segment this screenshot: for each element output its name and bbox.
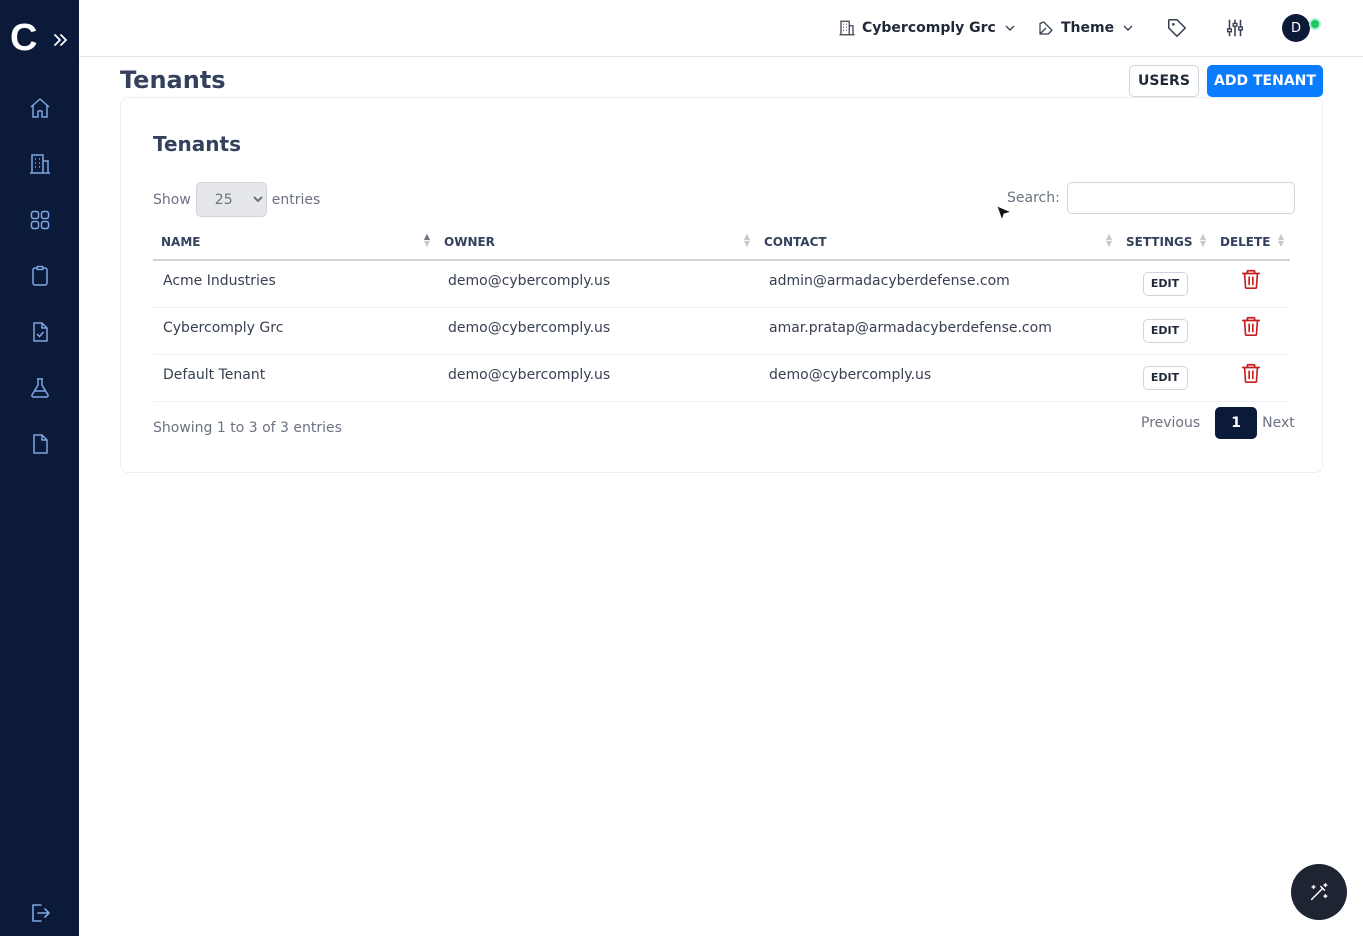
page-size-select[interactable]: 102550100 [195, 182, 267, 217]
search-label: Search: [1007, 190, 1060, 206]
flask-icon[interactable] [28, 376, 52, 400]
page-1-button[interactable]: 1 [1215, 407, 1258, 439]
pagination: Previous 1 Next [1141, 407, 1295, 439]
cell-delete [1212, 354, 1290, 402]
column-header-settings[interactable]: SETTINGS ▲ ▼ [1118, 225, 1212, 261]
magic-wand-button[interactable] [1291, 864, 1347, 920]
chevron-down-icon [1123, 25, 1133, 31]
add-tenant-button[interactable]: ADD TENANT [1207, 65, 1323, 97]
building-icon [839, 20, 855, 36]
clipboard-icon[interactable] [28, 264, 52, 288]
sort-icon: ▲ ▼ [743, 232, 750, 248]
cell-name: Acme Industries [153, 260, 436, 308]
file-check-icon[interactable] [28, 320, 52, 344]
cell-settings: EDIT [1118, 260, 1212, 308]
edit-button[interactable]: EDIT [1142, 365, 1188, 390]
building-icon[interactable] [28, 152, 52, 176]
sort-icon: ▲ ▼ [1277, 232, 1284, 248]
tag-icon[interactable] [1166, 17, 1188, 39]
search-input[interactable] [1066, 182, 1295, 214]
table-info: Showing 1 to 3 of 3 entries [153, 420, 342, 436]
table-row: Acme Industries demo@cybercomply.us admin@… [153, 260, 1290, 308]
tenants-table: NAME ▲ ▼ OWNER ▲ ▼ CONTACT ▲ ▼ SETTINGS ▲ ▼ DELE… [153, 225, 1290, 402]
next-page-button[interactable]: Next [1262, 415, 1295, 431]
users-button[interactable]: USERS [1129, 65, 1199, 97]
cell-delete [1212, 307, 1290, 355]
cell-contact: demo@cybercomply.us [756, 354, 1118, 402]
cell-settings: EDIT [1118, 307, 1212, 355]
palette-icon [1039, 21, 1053, 35]
edit-button[interactable]: EDIT [1142, 271, 1188, 296]
page-size-control: Show 102550100 entries [153, 182, 320, 217]
logout-icon[interactable] [28, 901, 52, 925]
previous-page-button[interactable]: Previous [1141, 415, 1200, 431]
table-row: Default Tenant demo@cybercomply.us demo@cy… [153, 354, 1290, 402]
cell-owner: demo@cybercomply.us [436, 260, 756, 308]
mouse-cursor-icon [995, 204, 1013, 222]
cell-name: Default Tenant [153, 354, 436, 402]
cell-owner: demo@cybercomply.us [436, 307, 756, 355]
theme-switcher[interactable]: Theme [1037, 16, 1136, 40]
app-logo[interactable]: C [10, 18, 37, 58]
table-row: Cybercomply Grc demo@cybercomply.us amar.p… [153, 307, 1290, 355]
show-label: Show [153, 191, 191, 208]
cell-name: Cybercomply Grc [153, 307, 436, 355]
column-header-name[interactable]: NAME ▲ ▼ [153, 225, 436, 261]
tenants-card: Tenants Show 102550100 entries Search: N… [120, 97, 1323, 473]
sort-icon: ▲ ▼ [1199, 232, 1206, 248]
chevron-down-icon [1005, 25, 1015, 31]
cell-owner: demo@cybercomply.us [436, 354, 756, 402]
sidebar: C [0, 0, 79, 936]
home-icon[interactable] [28, 96, 52, 120]
column-header-owner[interactable]: OWNER ▲ ▼ [436, 225, 756, 261]
sliders-icon[interactable] [1224, 17, 1246, 39]
cell-contact: admin@armadacyberdefense.com [756, 260, 1118, 308]
magic-wand-icon [1310, 883, 1328, 901]
table-header-row: NAME ▲ ▼ OWNER ▲ ▼ CONTACT ▲ ▼ SETTINGS ▲ ▼ DELE… [153, 225, 1290, 261]
sort-icon: ▲ ▼ [1105, 232, 1112, 248]
file-icon[interactable] [28, 432, 52, 456]
online-status-indicator [1309, 18, 1321, 30]
trash-icon[interactable] [1240, 361, 1262, 385]
avatar[interactable]: D [1282, 14, 1310, 42]
column-header-delete[interactable]: DELETE ▲ ▼ [1212, 225, 1290, 261]
cell-contact: amar.pratap@armadacyberdefense.com [756, 307, 1118, 355]
sort-asc-icon: ▲ ▼ [423, 232, 430, 248]
cell-delete [1212, 260, 1290, 308]
page-title: Tenants [120, 66, 226, 94]
cell-settings: EDIT [1118, 354, 1212, 402]
top-bar: Cybercomply Grc Theme D [79, 0, 1363, 57]
trash-icon[interactable] [1240, 267, 1262, 291]
grid-icon[interactable] [28, 208, 52, 232]
search-control: Search: [1007, 182, 1295, 214]
tenant-switcher-label: Cybercomply Grc [862, 20, 996, 36]
expand-sidebar-icon[interactable] [52, 30, 68, 50]
edit-button[interactable]: EDIT [1142, 318, 1188, 343]
tenant-switcher[interactable]: Cybercomply Grc [838, 16, 1018, 40]
card-title: Tenants [153, 132, 241, 156]
column-header-contact[interactable]: CONTACT ▲ ▼ [756, 225, 1118, 261]
entries-label: entries [271, 191, 321, 208]
trash-icon[interactable] [1240, 314, 1262, 338]
theme-switcher-label: Theme [1061, 20, 1115, 36]
